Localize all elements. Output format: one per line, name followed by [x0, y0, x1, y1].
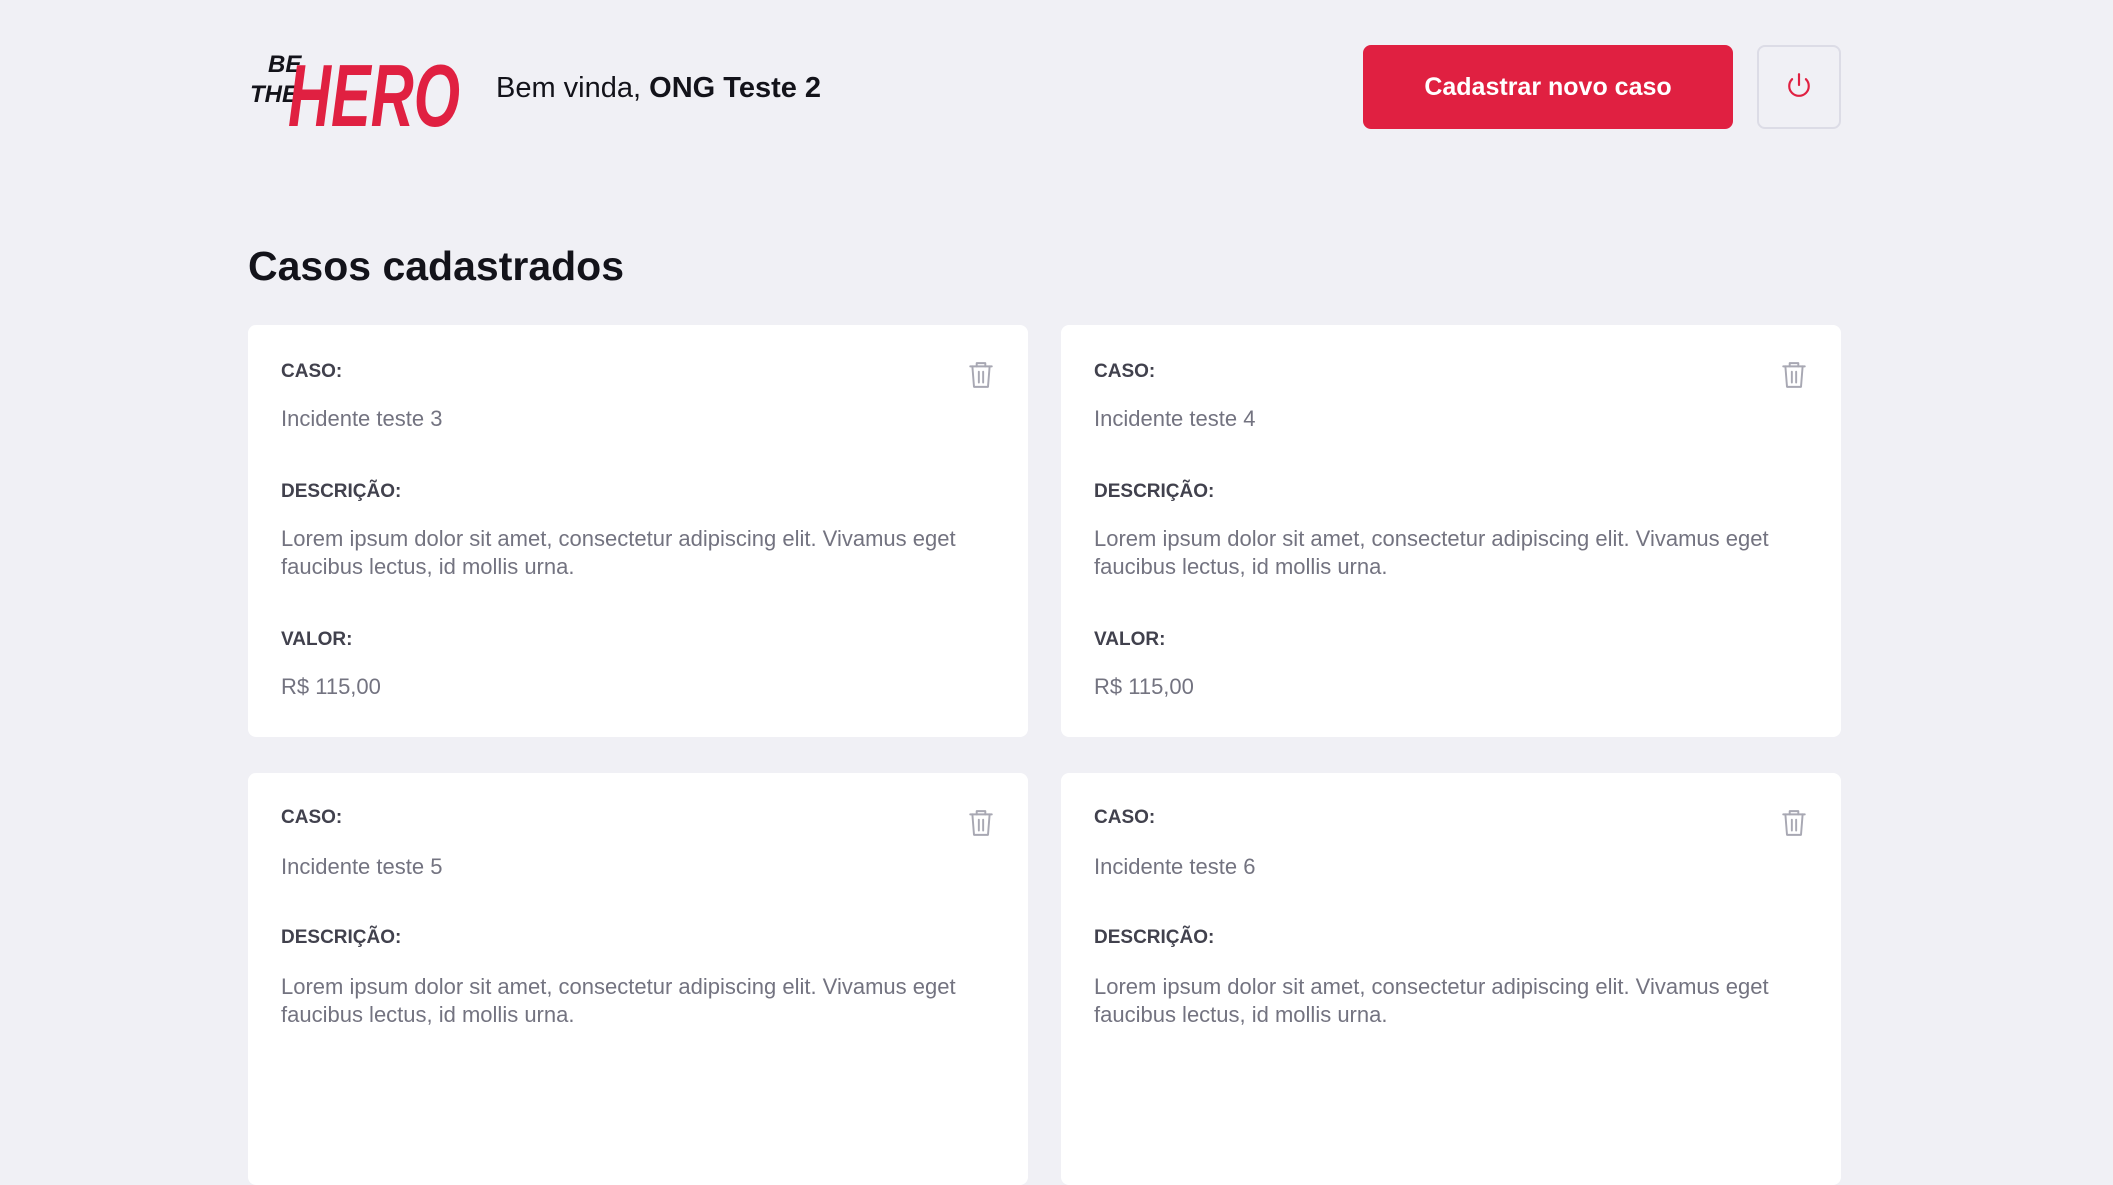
case-value: R$ 115,00	[1094, 674, 1194, 699]
value-label: VALOR:	[1094, 629, 1166, 650]
description-label: DESCRIÇÃO:	[281, 927, 402, 948]
be-the-hero-logo: BE THE HERO	[248, 38, 464, 132]
power-icon	[1786, 72, 1812, 103]
case-label: CASO:	[1094, 361, 1156, 382]
welcome-text: Bem vinda, ONG Teste 2	[496, 70, 821, 106]
description-label: DESCRIÇÃO:	[1094, 927, 1215, 948]
svg-text:HERO: HERO	[288, 46, 460, 132]
case-title: Incidente teste 6	[1094, 854, 1256, 879]
case-card: CASO: Incidente teste 6 DESCRIÇÃO: Lorem…	[1061, 773, 1841, 1185]
case-label: CASO:	[281, 361, 343, 382]
logout-button[interactable]	[1757, 45, 1841, 129]
trash-icon[interactable]	[968, 361, 994, 389]
case-description: Lorem ipsum dolor sit amet, consectetur …	[1094, 974, 1769, 1027]
trash-icon[interactable]	[1781, 361, 1807, 389]
case-description: Lorem ipsum dolor sit amet, consectetur …	[281, 974, 956, 1027]
case-card: CASO: Incidente teste 5 DESCRIÇÃO: Lorem…	[248, 773, 1028, 1185]
case-description: Lorem ipsum dolor sit amet, consectetur …	[281, 526, 956, 579]
case-card: CASO: Incidente teste 3 DESCRIÇÃO: Lorem…	[248, 325, 1028, 737]
ong-name: ONG Teste 2	[649, 72, 822, 104]
profile-page: BE THE HERO Bem vinda, ONG Teste 2 Cadas…	[0, 0, 2113, 1185]
trash-icon[interactable]	[1781, 809, 1807, 837]
description-label: DESCRIÇÃO:	[1094, 481, 1215, 502]
case-description: Lorem ipsum dolor sit amet, consectetur …	[1094, 526, 1769, 579]
case-title: Incidente teste 3	[281, 406, 443, 431]
case-title: Incidente teste 4	[1094, 406, 1256, 431]
description-label: DESCRIÇÃO:	[281, 481, 402, 502]
greeting-prefix: Bem vinda,	[496, 72, 650, 104]
new-case-button[interactable]: Cadastrar novo caso	[1363, 45, 1733, 129]
page-title: Casos cadastrados	[248, 243, 625, 289]
case-card: CASO: Incidente teste 4 DESCRIÇÃO: Lorem…	[1061, 325, 1841, 737]
trash-icon[interactable]	[968, 809, 994, 837]
case-label: CASO:	[1094, 807, 1156, 828]
case-value: R$ 115,00	[281, 674, 381, 699]
value-label: VALOR:	[281, 629, 353, 650]
header: BE THE HERO Bem vinda, ONG Teste 2 Cadas…	[0, 0, 2113, 175]
case-title: Incidente teste 5	[281, 854, 443, 879]
case-label: CASO:	[281, 807, 343, 828]
